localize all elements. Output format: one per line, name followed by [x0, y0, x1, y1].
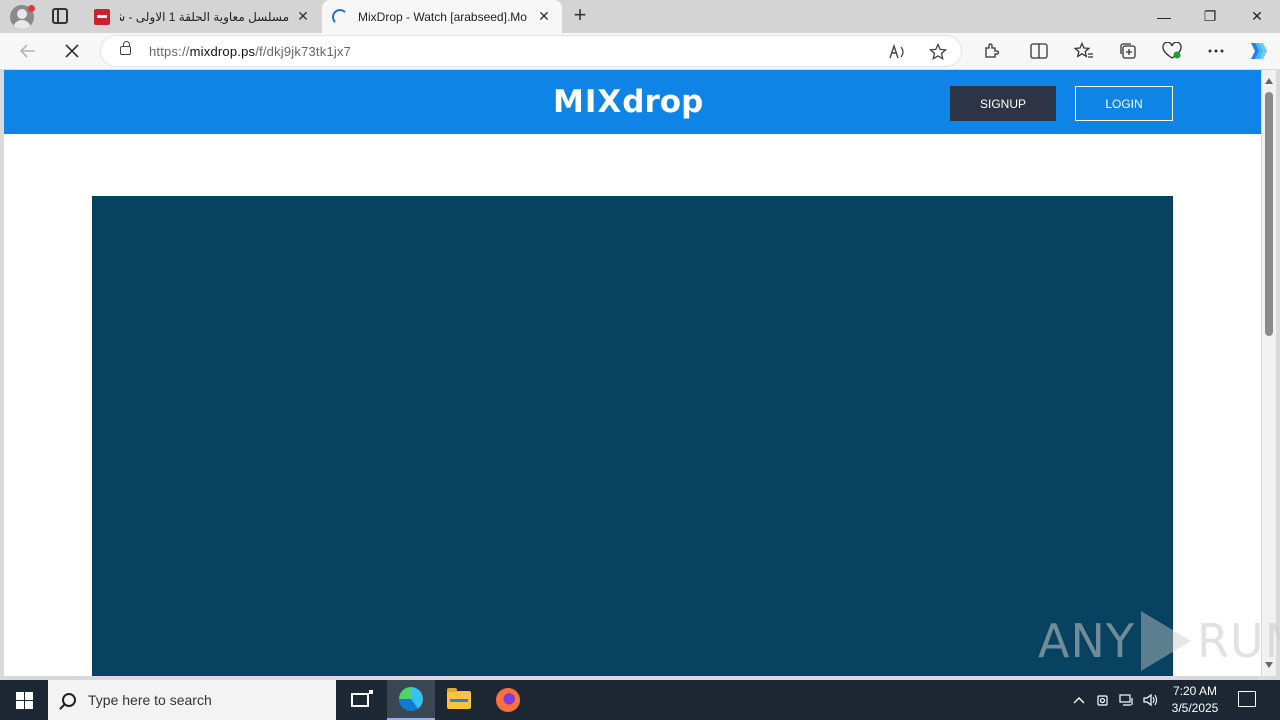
scrollbar-thumb[interactable]: [1265, 92, 1273, 336]
browser-toolbar: https://mixdrop.ps/f/dkj9jk73tk1jx7: [0, 33, 1280, 69]
split-screen-icon[interactable]: [1027, 39, 1051, 63]
tab-close-icon[interactable]: ✕: [295, 8, 311, 25]
minimize-button[interactable]: —: [1141, 0, 1187, 33]
tab-mixdrop[interactable]: MixDrop - Watch [arabseed].Mo ✕: [322, 0, 562, 33]
address-bar[interactable]: https://mixdrop.ps/f/dkj9jk73tk1jx7: [100, 35, 962, 67]
network-icon[interactable]: [1116, 680, 1138, 720]
video-player[interactable]: [92, 196, 1173, 676]
site-header: MIXdrop SIGNUP LOGIN: [4, 70, 1261, 134]
favorites-icon[interactable]: [1072, 39, 1096, 63]
read-aloud-icon[interactable]: [887, 41, 909, 63]
mixdrop-logo[interactable]: MIXdrop: [553, 84, 703, 120]
windows-logo-icon: [15, 691, 33, 709]
file-explorer-button[interactable]: [435, 680, 483, 720]
more-menu-icon[interactable]: [1204, 39, 1228, 63]
search-placeholder: Type here to search: [88, 692, 212, 708]
signup-button[interactable]: SIGNUP: [950, 86, 1056, 121]
arabseed-favicon-icon: [94, 8, 110, 25]
extensions-icon[interactable]: [979, 39, 1003, 63]
restore-button[interactable]: ❐: [1187, 0, 1233, 33]
firefox-icon: [496, 688, 520, 712]
clock-date: 3/5/2025: [1171, 701, 1219, 715]
notification-center-icon[interactable]: [1238, 691, 1256, 707]
loading-spinner-icon: [332, 8, 348, 25]
chevron-up-icon[interactable]: [1068, 680, 1090, 720]
play-triangle-icon: [1140, 611, 1191, 671]
firefox-taskbar-button[interactable]: [484, 680, 532, 720]
volume-icon[interactable]: [1140, 680, 1162, 720]
scroll-up-arrow-icon[interactable]: [1265, 78, 1273, 84]
collections-icon[interactable]: [1116, 39, 1140, 63]
close-window-button[interactable]: ✕: [1234, 0, 1280, 33]
task-view-icon: [351, 690, 373, 707]
meet-now-icon[interactable]: [1093, 680, 1113, 720]
windows-taskbar: Type here to search 7:20 AM 3/5/2025: [0, 680, 1280, 720]
stop-loading-icon[interactable]: [60, 39, 84, 63]
page-scrollbar[interactable]: [1262, 70, 1276, 676]
login-button[interactable]: LOGIN: [1075, 86, 1173, 121]
tab-actions-icon[interactable]: [52, 8, 68, 24]
edge-taskbar-button[interactable]: [387, 680, 435, 720]
favorite-star-icon[interactable]: [927, 41, 949, 63]
copilot-icon[interactable]: [1245, 39, 1269, 63]
back-icon[interactable]: [16, 39, 40, 63]
browser-essentials-icon[interactable]: [1160, 39, 1184, 63]
taskbar-search-box[interactable]: Type here to search: [48, 680, 336, 720]
anyrun-watermark: ANYRUN: [1038, 610, 1280, 672]
search-icon: [62, 693, 76, 707]
clock-time: 7:20 AM: [1172, 684, 1218, 698]
tab-close-icon[interactable]: ✕: [536, 8, 552, 25]
tab-title: مسلسل معاوية الحلقة 1 الاولى - شا: [120, 9, 289, 24]
edge-icon: [399, 687, 423, 711]
page-viewport: MIXdrop SIGNUP LOGIN: [4, 70, 1261, 676]
tab-title: MixDrop - Watch [arabseed].Mo: [358, 9, 527, 24]
lock-icon[interactable]: [120, 41, 131, 55]
browser-tab-bar: مسلسل معاوية الحلقة 1 الاولى - شا ✕ MixD…: [0, 0, 1280, 33]
tab-arabseed[interactable]: مسلسل معاوية الحلقة 1 الاولى - شا ✕: [84, 0, 321, 33]
new-tab-button[interactable]: +: [570, 4, 590, 28]
start-button[interactable]: [0, 680, 48, 720]
profile-notification-dot: [28, 5, 35, 12]
url-text[interactable]: https://mixdrop.ps/f/dkj9jk73tk1jx7: [149, 44, 351, 59]
taskbar-clock[interactable]: 7:20 AM 3/5/2025: [1160, 683, 1230, 717]
file-explorer-icon: [447, 688, 471, 709]
task-view-button[interactable]: [336, 680, 384, 720]
